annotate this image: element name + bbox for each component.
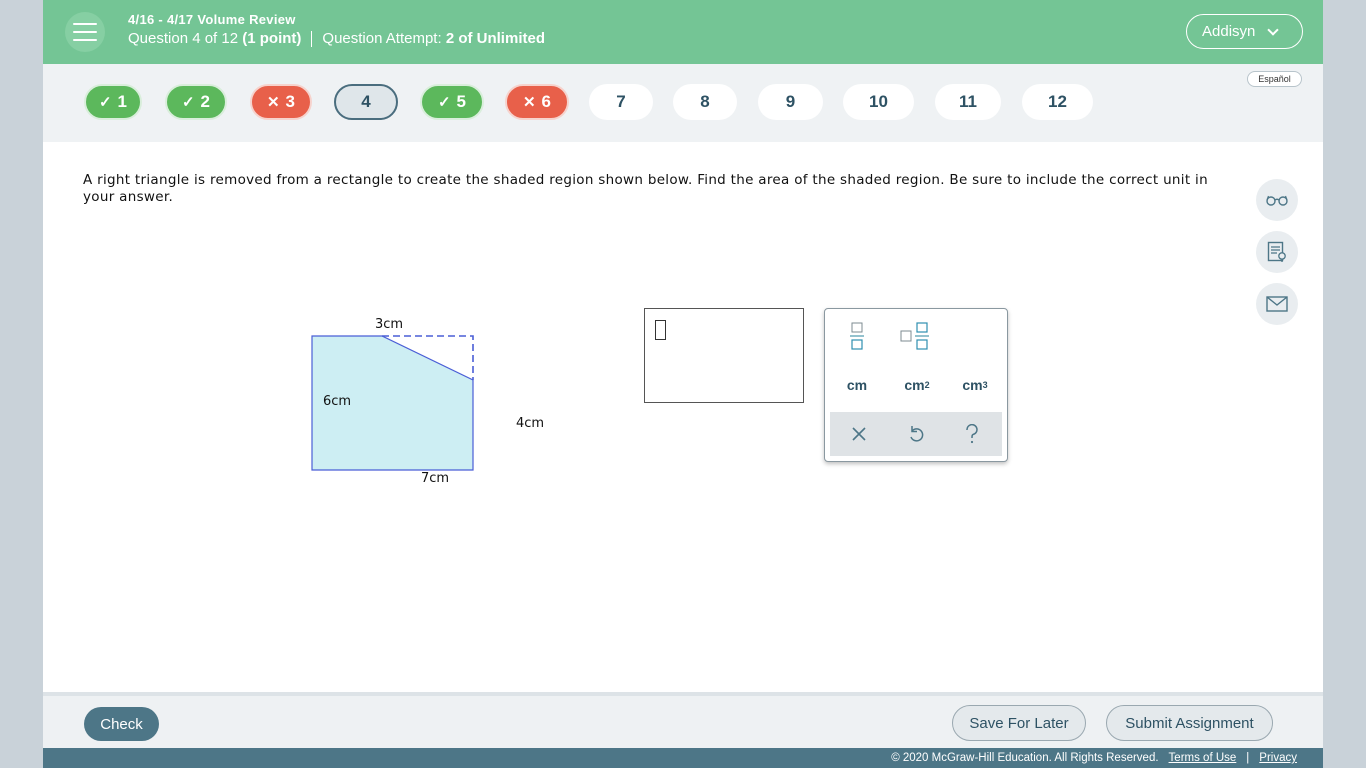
question-number: 5 (456, 92, 467, 111)
unit-exponent: 3 (982, 380, 988, 390)
question-pill-6[interactable]: ✕ 6 (505, 84, 569, 120)
question-pill-8[interactable]: 8 (673, 84, 737, 120)
label-bottom: 7cm (421, 471, 450, 486)
divider (311, 30, 313, 47)
label-right: 4cm (516, 416, 545, 431)
question-pill-12[interactable]: 12 (1022, 84, 1093, 120)
attempt-value: 2 of Unlimited (445, 30, 545, 47)
mail-icon[interactable] (1256, 283, 1298, 325)
assignment-title: 4/16 - 4/17 Volume Review (128, 12, 296, 27)
question-number: 3 (285, 92, 296, 111)
question-navigation: ✓ 1 ✓ 2 ✕ 3 4 ✓ 5 ✕ 6 7 8 9 10 11 12 Español (43, 64, 1323, 142)
answer-input[interactable] (644, 308, 804, 403)
question-pill-7[interactable]: 7 (589, 84, 653, 120)
x-icon: ✕ (522, 94, 536, 111)
notes-icon[interactable] (1256, 231, 1298, 273)
math-keypad: cm cm 2 cm 3 (824, 308, 1008, 462)
check-icon: ✓ (437, 94, 451, 111)
question-number: 10 (869, 92, 888, 111)
question-points: (1 point) (242, 30, 302, 47)
question-number: 2 (200, 92, 211, 111)
x-icon: ✕ (266, 94, 280, 111)
input-cursor (655, 320, 666, 340)
question-number: 1 (117, 92, 128, 111)
keypad-actions (830, 412, 1002, 456)
unit-exponent: 2 (924, 380, 930, 390)
question-number: 12 (1048, 92, 1067, 111)
mixed-number-icon[interactable] (897, 319, 933, 353)
terms-of-use-link[interactable]: Terms of Use (1169, 752, 1237, 764)
question-number: 6 (541, 92, 552, 111)
save-for-later-button[interactable]: Save For Later (952, 705, 1086, 741)
footer-bar: Check Save For Later Submit Assignment (43, 692, 1323, 748)
question-pill-11[interactable]: 11 (935, 84, 1001, 120)
app-window: 4/16 - 4/17 Volume Review Question 4 of … (43, 0, 1323, 768)
question-number: 9 (785, 92, 796, 111)
copyright-text: © 2020 McGraw-Hill Education. All Rights… (891, 752, 1159, 764)
question-pill-5[interactable]: ✓ 5 (420, 84, 484, 120)
link-divider: | (1246, 752, 1250, 764)
check-icon: ✓ (181, 94, 195, 111)
chevron-down-icon (1267, 23, 1280, 36)
copyright-bar: © 2020 McGraw-Hill Education. All Rights… (43, 748, 1323, 768)
question-info: Question 4 of 12 (1 point) Question Atte… (128, 30, 545, 47)
user-name: Addisyn (1202, 23, 1256, 40)
question-pill-9[interactable]: 9 (758, 84, 823, 120)
figure-drawing (311, 335, 474, 471)
question-pill-3[interactable]: ✕ 3 (250, 84, 312, 120)
undo-icon[interactable] (901, 419, 931, 449)
menu-icon[interactable] (65, 12, 105, 52)
question-pill-10[interactable]: 10 (843, 84, 914, 120)
question-number: 4 (361, 92, 371, 111)
user-menu-button[interactable]: Addisyn (1186, 14, 1303, 49)
unit-cm3-button[interactable]: cm 3 (953, 373, 997, 397)
question-number: 7 (616, 92, 626, 111)
question-label: Question 4 of 12 (128, 30, 239, 47)
fraction-icon[interactable] (842, 319, 872, 353)
unit-cm2-button[interactable]: cm 2 (895, 373, 939, 397)
unit-base: cm (904, 377, 925, 393)
header-bar: 4/16 - 4/17 Volume Review Question 4 of … (43, 0, 1323, 64)
label-top: 3cm (375, 317, 404, 332)
attempt-label: Question Attempt: (322, 30, 442, 47)
check-button[interactable]: Check (84, 707, 159, 741)
clear-icon[interactable] (844, 419, 874, 449)
question-number: 11 (959, 92, 977, 111)
question-pill-2[interactable]: ✓ 2 (165, 84, 227, 120)
help-icon[interactable] (957, 419, 987, 449)
question-number: 8 (700, 92, 710, 111)
submit-assignment-button[interactable]: Submit Assignment (1106, 705, 1273, 741)
shaded-region-figure: 3cm 6cm 4cm 7cm (268, 306, 544, 496)
label-left: 6cm (323, 394, 352, 409)
check-icon: ✓ (98, 94, 112, 111)
unit-cm-button[interactable]: cm (837, 373, 877, 397)
privacy-link[interactable]: Privacy (1259, 752, 1297, 764)
question-text: A right triangle is removed from a recta… (83, 172, 1208, 205)
glasses-icon[interactable] (1256, 179, 1298, 221)
unit-base: cm (962, 377, 983, 393)
question-pill-4[interactable]: 4 (334, 84, 398, 120)
question-pill-1[interactable]: ✓ 1 (84, 84, 142, 120)
language-toggle[interactable]: Español (1247, 71, 1302, 87)
